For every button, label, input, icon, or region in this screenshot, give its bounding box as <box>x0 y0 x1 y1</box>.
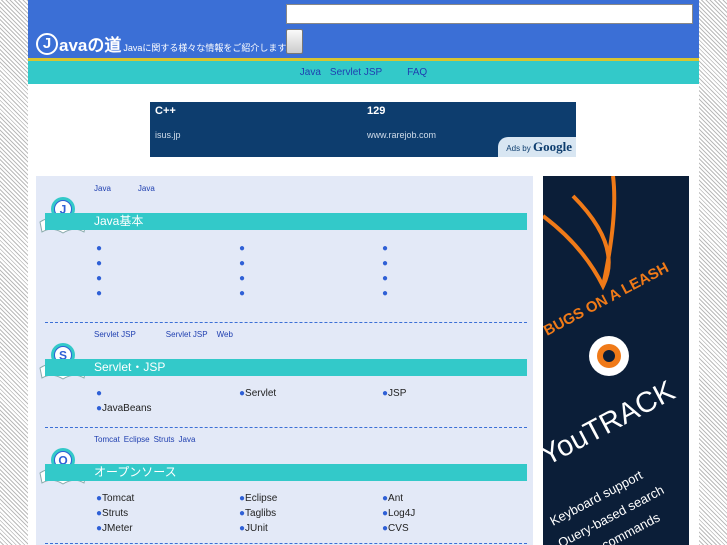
list-item[interactable]: JSP <box>382 386 525 401</box>
link-list <box>96 241 526 301</box>
list-item[interactable] <box>96 241 239 256</box>
ads-by-google[interactable]: Ads by Google <box>498 137 576 157</box>
search-button[interactable] <box>286 29 303 54</box>
main-content: J Java Java Java基本 ● ● ● ● ● ● ● ● ● ● ●… <box>36 176 533 545</box>
list-item[interactable]: JUnit <box>239 521 382 536</box>
section-link[interactable]: Struts <box>154 435 175 444</box>
ad-link-1[interactable]: C++ <box>155 105 176 117</box>
section-divider <box>45 543 527 544</box>
list-item[interactable] <box>382 286 525 301</box>
section-link[interactable]: Servlet JSP <box>166 330 208 339</box>
logo-text: avaの道 <box>59 36 122 55</box>
ad-url-2[interactable]: www.rarejob.com <box>367 130 436 140</box>
section-link[interactable]: Servlet JSP <box>94 330 136 339</box>
section-divider <box>45 427 527 428</box>
link-list: Servlet JSP JavaBeans <box>96 386 526 416</box>
ad-url-1[interactable]: isus.jp <box>155 130 181 140</box>
leash-rope <box>543 194 611 291</box>
list-item[interactable] <box>382 271 525 286</box>
section-link[interactable]: Java <box>138 184 155 193</box>
list-item[interactable]: Tomcat <box>96 491 239 506</box>
list-item[interactable]: CVS <box>382 521 525 536</box>
logo-mark: J <box>36 32 58 55</box>
list-item[interactable] <box>239 241 382 256</box>
banner-brand: YouTRACK <box>543 375 681 473</box>
list-item[interactable] <box>96 256 239 271</box>
list-item[interactable]: Ant <box>382 491 525 506</box>
section-link[interactable]: Eclipse <box>124 435 150 444</box>
list-item[interactable] <box>239 256 382 271</box>
section-divider <box>45 322 527 323</box>
list-item[interactable] <box>96 271 239 286</box>
list-item[interactable] <box>96 286 239 301</box>
list-item[interactable]: Servlet <box>239 386 382 401</box>
section-link[interactable]: Tomcat <box>94 435 120 444</box>
page: J avaの道 Javaに関する様々な情報をご紹介します。 Java Servl… <box>28 0 699 545</box>
ad-link-2[interactable]: 129 <box>367 105 385 117</box>
list-item[interactable] <box>96 386 239 401</box>
section-links: Tomcat Eclipse Struts Java <box>94 435 204 444</box>
list-item[interactable] <box>382 241 525 256</box>
nav-bar: Java Servlet JSP FAQ <box>28 58 699 84</box>
section-links: Java Java <box>94 184 164 193</box>
section-link[interactable]: Java <box>94 184 111 193</box>
section-links: Servlet JSP Servlet JSP Web <box>94 330 242 339</box>
youtrack-ad-art: BUGS ON A LEASH YouTRACK Keyboard suppor… <box>543 176 681 545</box>
list-item[interactable]: Taglibs <box>239 506 382 521</box>
list-item[interactable]: Struts <box>96 506 239 521</box>
section-link[interactable]: Web <box>217 330 233 339</box>
section-title[interactable]: Java基本 <box>45 213 527 230</box>
list-item[interactable]: JMeter <box>96 521 239 536</box>
list-item[interactable] <box>382 256 525 271</box>
list-item[interactable]: Eclipse <box>239 491 382 506</box>
section-title[interactable]: Servlet・JSP <box>45 359 527 376</box>
nav-link-java[interactable]: Java <box>300 67 321 78</box>
search-input[interactable] <box>286 4 693 24</box>
site-logo[interactable]: J avaの道 Javaに関する様々な情報をご紹介します。 <box>36 31 295 56</box>
list-item[interactable]: JavaBeans <box>96 401 239 416</box>
nav-link-servlet-jsp[interactable]: Servlet JSP <box>330 67 382 78</box>
section-link[interactable]: Java <box>179 435 196 444</box>
link-list: Tomcat Eclipse Ant Struts Taglibs Log4J … <box>96 491 526 536</box>
site-tagline: Javaに関する様々な情報をご紹介します。 <box>123 42 295 53</box>
list-item[interactable] <box>239 286 382 301</box>
section-title[interactable]: オープンソース <box>45 464 527 481</box>
ads-by-label: Ads by <box>506 144 531 153</box>
nav-link-faq[interactable]: FAQ <box>407 67 427 78</box>
youtrack-ad-banner[interactable]: BUGS ON A LEASH YouTRACK Keyboard suppor… <box>543 176 689 545</box>
ad-banner: C++ 129 isus.jp www.rarejob.com Ads by G… <box>150 102 576 157</box>
header: J avaの道 Javaに関する様々な情報をご紹介します。 <box>28 0 699 58</box>
google-logo: Google <box>533 139 572 154</box>
list-item[interactable]: Log4J <box>382 506 525 521</box>
list-item[interactable] <box>239 271 382 286</box>
